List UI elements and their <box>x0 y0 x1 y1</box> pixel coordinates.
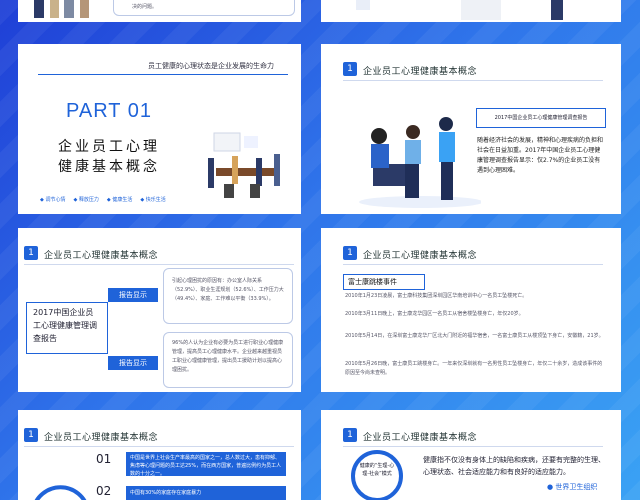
model-circle-text: 健康的“生理-心理-社会”模式 <box>359 463 395 477</box>
section-number-badge: 1 <box>24 246 38 260</box>
slide0-text: 决的问题。 <box>132 4 158 10</box>
part-title-line1: 企业员工心理 <box>58 139 160 155</box>
event-line: 2010年1月23日凌晨，富士康科技集团深圳园区华南培训中心一名员工坠楼死亡。 <box>345 293 528 299</box>
meeting-illustration <box>208 132 280 198</box>
slide-thumbnail-6[interactable]: 1 企业员工心理健康基本概念 01 中国是世界上社会生产率最高的国家之一，总人数… <box>18 410 301 500</box>
health-definition: 健康指不仅没有身体上的缺陷和疾病，还要有完整的生理、心理状态、社会适应能力和有良… <box>423 456 605 476</box>
ring-decoration <box>34 485 87 500</box>
slide-thumbnail-5[interactable]: 1 企业员工心理健康基本概念 富士康跳楼事件 2010年1月23日凌晨，富士康科… <box>321 228 621 392</box>
event-line: 2010年3月11日晚上，富士康龙华园区一名员工从宿舍楼坠楼身亡，年仅20岁。 <box>345 311 524 317</box>
who-label-text: 世界卫生组织 <box>555 483 598 491</box>
info-box-1: 引起心理困扰的原因有：办公室人际关系（52.9%）、职业生涯规划（52.6%）、… <box>163 268 293 324</box>
section-number-badge: 1 <box>24 428 38 442</box>
item-text: 中国有30%的家庭存在家庭暴力 <box>130 490 202 496</box>
tagline: 员工健康的心理状态是企业发展的生命力 <box>148 62 274 70</box>
report-title: 2017中国企业员工心理健康管理调查报告 <box>494 115 588 121</box>
report-summary: 随着经济社会的发展，精神和心理疾病的负担和社会在日益加重。2017年中国企业员工… <box>477 137 604 174</box>
event-line: 2010年5月14日，在深圳富士康龙华厂区北大门附近的福华宿舍，一名富士康员工从… <box>345 333 604 339</box>
item-box: 中国有30%的家庭存在家庭暴力 <box>126 486 286 500</box>
section-header: 企业员工心理健康基本概念 <box>363 251 478 261</box>
slide-thumbnail-2[interactable]: 员工健康的心理状态是企业发展的生命力 PART 01 企业员工心理 健康基本概念… <box>18 44 301 214</box>
section-header: 企业员工心理健康基本概念 <box>44 251 159 261</box>
section-header: 企业员工心理健康基本概念 <box>363 67 478 77</box>
section-number-badge: 1 <box>343 428 357 442</box>
event-title: 富士康跳楼事件 <box>348 278 397 286</box>
info-box-2: 96%的人认为企业有必要为员工进行职业心理健康管理，提高员工心理健康水平。企业越… <box>163 332 293 388</box>
header-underline <box>343 80 603 81</box>
part-title-line2: 健康基本概念 <box>58 159 160 175</box>
info-text-1: 引起心理困扰的原因有：办公室人际关系（52.9%）、职业生涯规划（52.6%）、… <box>172 278 284 302</box>
model-circle: 健康的“生理-心理-社会”模式 <box>351 450 403 500</box>
left-title-box: 2017中国企业员工心理健康管理调查报告 <box>26 302 108 354</box>
slide-thumbnail-7[interactable]: 1 企业员工心理健康基本概念 健康的“生理-心理-社会”模式 健康指不仅没有身体… <box>321 410 621 500</box>
report-label-2: 报告显示 <box>108 356 158 370</box>
slide-thumbnail-4[interactable]: 1 企业员工心理健康基本概念 2017中国企业员工心理健康管理调查报告 报告显示… <box>18 228 301 392</box>
tag-item: ◆ 快乐生活 <box>140 197 166 203</box>
tag-item: ◆ 调节心情 <box>40 197 66 203</box>
info-text-2: 96%的人认为企业有必要为员工进行职业心理健康管理，提高员工心理健康水平。企业越… <box>172 340 284 373</box>
header-underline <box>24 264 294 265</box>
header-underline <box>343 264 603 265</box>
header-underline <box>343 446 603 447</box>
item-number: 02 <box>96 484 112 498</box>
who-label: ● 世界卫生组织 <box>547 483 598 491</box>
item-box: 中国是世界上社会生产率最高的国家之一，总人数过大，患有抑郁、焦虑等心理问题的员工… <box>126 452 286 477</box>
report-title-box: 2017中国企业员工心理健康管理调查报告 <box>476 108 606 128</box>
header-underline <box>24 446 294 447</box>
event-line: 2010年5月26日晚，富士康员工跳楼身亡。一年来仅深圳就有一名男性员工坠楼身亡… <box>345 361 603 376</box>
section-header: 企业员工心理健康基本概念 <box>44 433 159 443</box>
office-illustration <box>356 0 563 20</box>
item-number: 01 <box>96 452 112 466</box>
section-number-badge: 1 <box>343 62 357 76</box>
slide-thumbnail-3[interactable]: 1 企业员工心理健康基本概念 2017中国企业员工心理健康管理调查报告 随着经济… <box>321 44 621 214</box>
tagline-underline <box>38 74 288 75</box>
slide-thumbnail-1[interactable] <box>321 0 621 22</box>
left-title: 2017中国企业员工心理健康管理调查报告 <box>33 308 97 343</box>
event-title-box: 富士康跳楼事件 <box>343 274 425 290</box>
text-box: 决的问题。 <box>113 0 295 16</box>
section-number-badge: 1 <box>343 246 357 260</box>
part-label: PART 01 <box>66 100 152 122</box>
tag-item: ◆ 释放压力 <box>73 197 99 203</box>
section-header: 企业员工心理健康基本概念 <box>363 433 478 443</box>
item-text: 中国是世界上社会生产率最高的国家之一，总人数过大，患有抑郁、焦虑等心理问题的员工… <box>130 455 282 477</box>
report-label-1: 报告显示 <box>108 288 158 302</box>
tag-item: ◆ 健康生活 <box>106 197 133 203</box>
team-illustration <box>359 117 481 208</box>
tag-row: ◆ 调节心情 ◆ 释放压力 ◆ 健康生活 ◆ 快乐生活 <box>40 196 210 203</box>
slide-thumbnail-0[interactable]: 决的问题。 <box>18 0 301 22</box>
